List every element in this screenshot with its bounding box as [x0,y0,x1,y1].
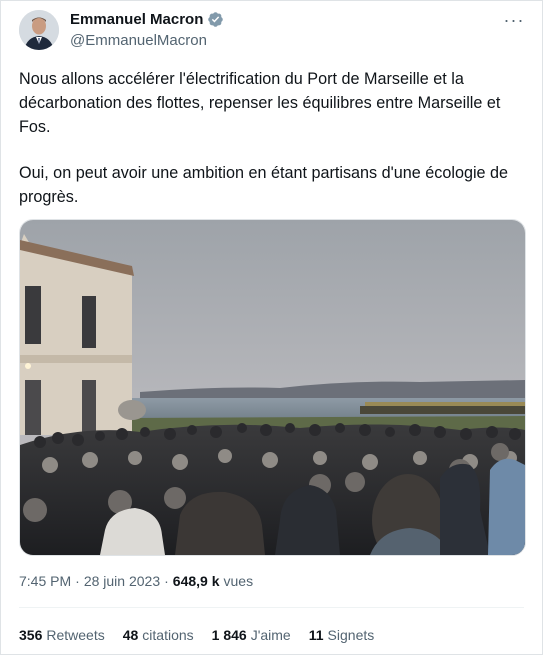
tweet-time[interactable]: 7:45 PM [19,573,71,589]
author-name[interactable]: Emmanuel Macron [70,11,224,28]
more-options-button[interactable]: ··· [501,9,527,31]
bookmarks-label: Signets [327,627,375,643]
quotes-label: citations [142,627,194,643]
bookmarks-stat[interactable]: 11 Signets [309,627,375,643]
retweets-stat[interactable]: 356 Retweets [19,627,105,643]
divider [19,607,524,608]
retweets-label: Retweets [46,627,105,643]
views-count: 648,9 k [172,573,220,589]
tweet-text: Nous allons accélérer l'électrification … [19,67,529,209]
retweets-count: 356 [19,627,43,643]
tweet-date[interactable]: 28 juin 2023 [84,573,160,589]
author-handle[interactable]: @EmmanuelMacron [70,32,207,49]
engagement-stats: 356 Retweets 48 citations 1 846 J'aime 1… [19,627,374,643]
verified-badge-icon [208,12,224,27]
likes-stat[interactable]: 1 846 J'aime [212,627,291,643]
quotes-count: 48 [122,627,139,643]
tweet-card: Emmanuel Macron @EmmanuelMacron ··· Nous… [0,0,543,655]
tweet-paragraph: Oui, on peut avoir une ambition en étant… [19,164,509,206]
quotes-stat[interactable]: 48 citations [123,627,194,643]
author-name-text: Emmanuel Macron [70,11,204,28]
likes-label: J'aime [250,627,291,643]
tweet-photo[interactable] [19,219,526,556]
tweet-paragraph: Nous allons accélérer l'électrification … [19,70,501,136]
crowd-harbor-photo [20,220,525,555]
bookmarks-count: 11 [308,627,324,643]
avatar-portrait-icon [19,10,59,50]
likes-count: 1 846 [211,627,247,643]
meta-separator: · [164,573,169,589]
tweet-meta: 7:45 PM · 28 juin 2023 · 648,9 k vues [19,573,253,589]
author-avatar[interactable] [19,10,59,50]
views-label: vues [223,573,254,589]
meta-separator: · [75,573,80,589]
